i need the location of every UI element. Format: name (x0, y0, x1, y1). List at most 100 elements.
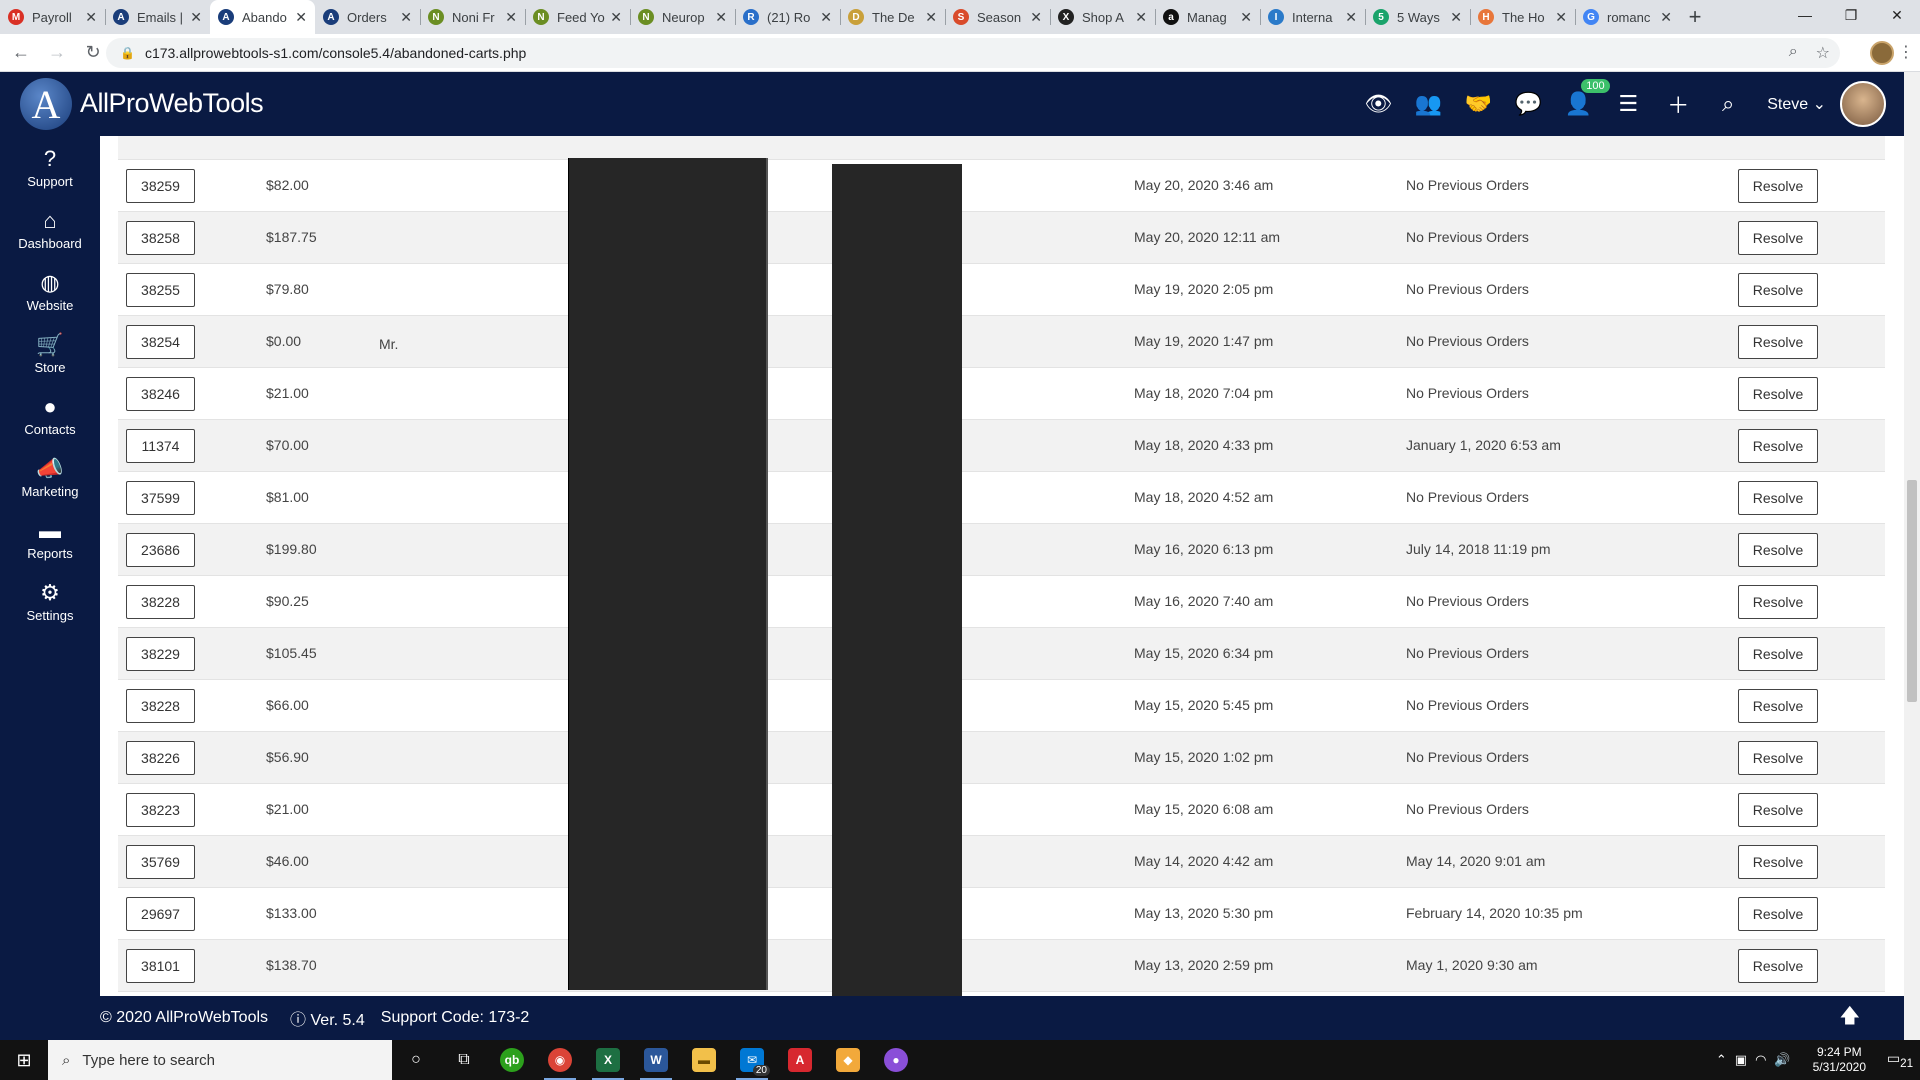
add-icon[interactable]: ＋ (1653, 88, 1703, 120)
cortana-icon[interactable]: ○ (392, 1040, 440, 1080)
notifications-icon[interactable]: ▭21 (1880, 1050, 1920, 1070)
chrome-icon[interactable]: ◉ (536, 1040, 584, 1080)
cart-id-button[interactable]: 38258 (126, 221, 195, 255)
close-tab-icon[interactable]: ✕ (1240, 9, 1252, 26)
sidebar-item-website[interactable]: ◍ Website (0, 260, 100, 322)
cart-id-button[interactable]: 29697 (126, 897, 195, 931)
resolve-button[interactable]: Resolve (1738, 741, 1818, 775)
browser-tab[interactable]: R (21) Ro ✕ (735, 0, 840, 34)
quickbooks-icon[interactable]: qb (488, 1040, 536, 1080)
close-tab-icon[interactable]: ✕ (1555, 9, 1567, 26)
browser-tab[interactable]: D The De ✕ (840, 0, 945, 34)
minimize-button[interactable]: — (1782, 0, 1828, 30)
sidebar-item-marketing[interactable]: 📣 Marketing (0, 446, 100, 508)
resolve-button[interactable]: Resolve (1738, 845, 1818, 879)
browser-tab[interactable]: A Abando ✕ (210, 0, 315, 34)
mail-icon[interactable]: ✉ 20 (728, 1040, 776, 1080)
sidebar-item-reports[interactable]: ▬ Reports (0, 508, 100, 570)
file-explorer-icon[interactable]: ▬ (680, 1040, 728, 1080)
browser-tab[interactable]: A Emails | ✕ (105, 0, 210, 34)
close-tab-icon[interactable]: ✕ (1135, 9, 1147, 26)
cart-id-button[interactable]: 38226 (126, 741, 195, 775)
cart-id-button[interactable]: 38255 (126, 273, 195, 307)
search-icon[interactable]: ⌕ (1703, 91, 1753, 117)
resolve-button[interactable]: Resolve (1738, 221, 1818, 255)
close-tab-icon[interactable]: ✕ (505, 9, 517, 26)
paint-drop-icon[interactable]: ● (872, 1040, 920, 1080)
cart-id-button[interactable]: 35769 (126, 845, 195, 879)
close-tab-icon[interactable]: ✕ (190, 9, 202, 26)
browser-tab[interactable]: N Neurop ✕ (630, 0, 735, 34)
eye-icon[interactable]: 👁 (1353, 91, 1403, 117)
resolve-button[interactable]: Resolve (1738, 533, 1818, 567)
scroll-to-top-icon[interactable]: 🡅 (1839, 1001, 1860, 1035)
handshake-icon[interactable]: 🤝 (1453, 91, 1503, 117)
page-scrollbar[interactable] (1904, 72, 1920, 1040)
cart-id-button[interactable]: 38223 (126, 793, 195, 827)
avatar[interactable] (1840, 81, 1886, 127)
resolve-button[interactable]: Resolve (1738, 637, 1818, 671)
new-tab-button[interactable]: + (1680, 0, 1710, 34)
windows-start-icon[interactable]: ⊞ (0, 1040, 48, 1080)
chat-icon[interactable]: 💬 (1503, 91, 1553, 117)
browser-tab[interactable]: I Interna ✕ (1260, 0, 1365, 34)
browser-tab[interactable]: X Shop A ✕ (1050, 0, 1155, 34)
reload-button[interactable]: ↻ (78, 38, 108, 68)
browser-tab[interactable]: S Season ✕ (945, 0, 1050, 34)
cart-id-button[interactable]: 38101 (126, 949, 195, 983)
close-tab-icon[interactable]: ✕ (820, 9, 832, 26)
sidebar-item-support[interactable]: ? Support (0, 136, 100, 198)
close-tab-icon[interactable]: ✕ (715, 9, 727, 26)
cart-id-button[interactable]: 38228 (126, 689, 195, 723)
clock[interactable]: 9:24 PM 5/31/2020 (1813, 1045, 1866, 1075)
bookmark-star-icon[interactable]: ☆ (1816, 43, 1830, 63)
resolve-button[interactable]: Resolve (1738, 429, 1818, 463)
resolve-button[interactable]: Resolve (1738, 377, 1818, 411)
forward-button[interactable]: → (42, 38, 72, 68)
browser-tab[interactable]: H The Ho ✕ (1470, 0, 1575, 34)
cart-id-button[interactable]: 38254 (126, 325, 195, 359)
close-tab-icon[interactable]: ✕ (295, 9, 307, 26)
browser-tab[interactable]: 5 5 Ways ✕ (1365, 0, 1470, 34)
browser-menu-icon[interactable]: ⋮ (1898, 42, 1914, 62)
cart-id-button[interactable]: 23686 (126, 533, 195, 567)
resolve-button[interactable]: Resolve (1738, 689, 1818, 723)
resolve-button[interactable]: Resolve (1738, 481, 1818, 515)
browser-profile-avatar[interactable] (1870, 41, 1894, 65)
close-tab-icon[interactable]: ✕ (1450, 9, 1462, 26)
close-tab-icon[interactable]: ✕ (610, 9, 622, 26)
close-tab-icon[interactable]: ✕ (1660, 9, 1672, 26)
word-icon[interactable]: W (632, 1040, 680, 1080)
restore-button[interactable]: ❐ (1828, 0, 1874, 30)
brand-name[interactable]: AllProWebTools (80, 88, 264, 119)
back-button[interactable]: ← (6, 38, 36, 68)
scrollbar-thumb[interactable] (1907, 480, 1917, 702)
resolve-button[interactable]: Resolve (1738, 585, 1818, 619)
cart-id-button[interactable]: 38228 (126, 585, 195, 619)
resolve-button[interactable]: Resolve (1738, 897, 1818, 931)
close-tab-icon[interactable]: ✕ (1345, 9, 1357, 26)
url-input[interactable]: 🔒 c173.allprowebtools-s1.com/console5.4/… (106, 38, 1840, 68)
close-tab-icon[interactable]: ✕ (925, 9, 937, 26)
brand-logo[interactable]: A (20, 78, 72, 130)
close-tab-icon[interactable]: ✕ (85, 9, 97, 26)
user-menu[interactable]: Steve ⌄ (1767, 94, 1826, 114)
browser-tab[interactable]: N Noni Fr ✕ (420, 0, 525, 34)
users-icon[interactable]: 👥 (1403, 91, 1453, 117)
close-tab-icon[interactable]: ✕ (1030, 9, 1042, 26)
sidebar-item-dashboard[interactable]: ⌂ Dashboard (0, 198, 100, 260)
browser-tab[interactable]: M Payroll ✕ (0, 0, 105, 34)
taskbar-search-input[interactable]: ⌕ Type here to search (48, 1040, 392, 1080)
cart-id-button[interactable]: 38229 (126, 637, 195, 671)
sidebar-item-store[interactable]: 🛒 Store (0, 322, 100, 384)
close-tab-icon[interactable]: ✕ (400, 9, 412, 26)
resolve-button[interactable]: Resolve (1738, 273, 1818, 307)
browser-tab[interactable]: a Manag ✕ (1155, 0, 1260, 34)
browser-tab[interactable]: Gromanc ✕ (1575, 0, 1680, 34)
cart-id-button[interactable]: 37599 (126, 481, 195, 515)
excel-icon[interactable]: X (584, 1040, 632, 1080)
resolve-button[interactable]: Resolve (1738, 793, 1818, 827)
cart-id-button[interactable]: 38246 (126, 377, 195, 411)
sidebar-item-settings[interactable]: ⚙ Settings (0, 570, 100, 632)
resolve-button[interactable]: Resolve (1738, 949, 1818, 983)
